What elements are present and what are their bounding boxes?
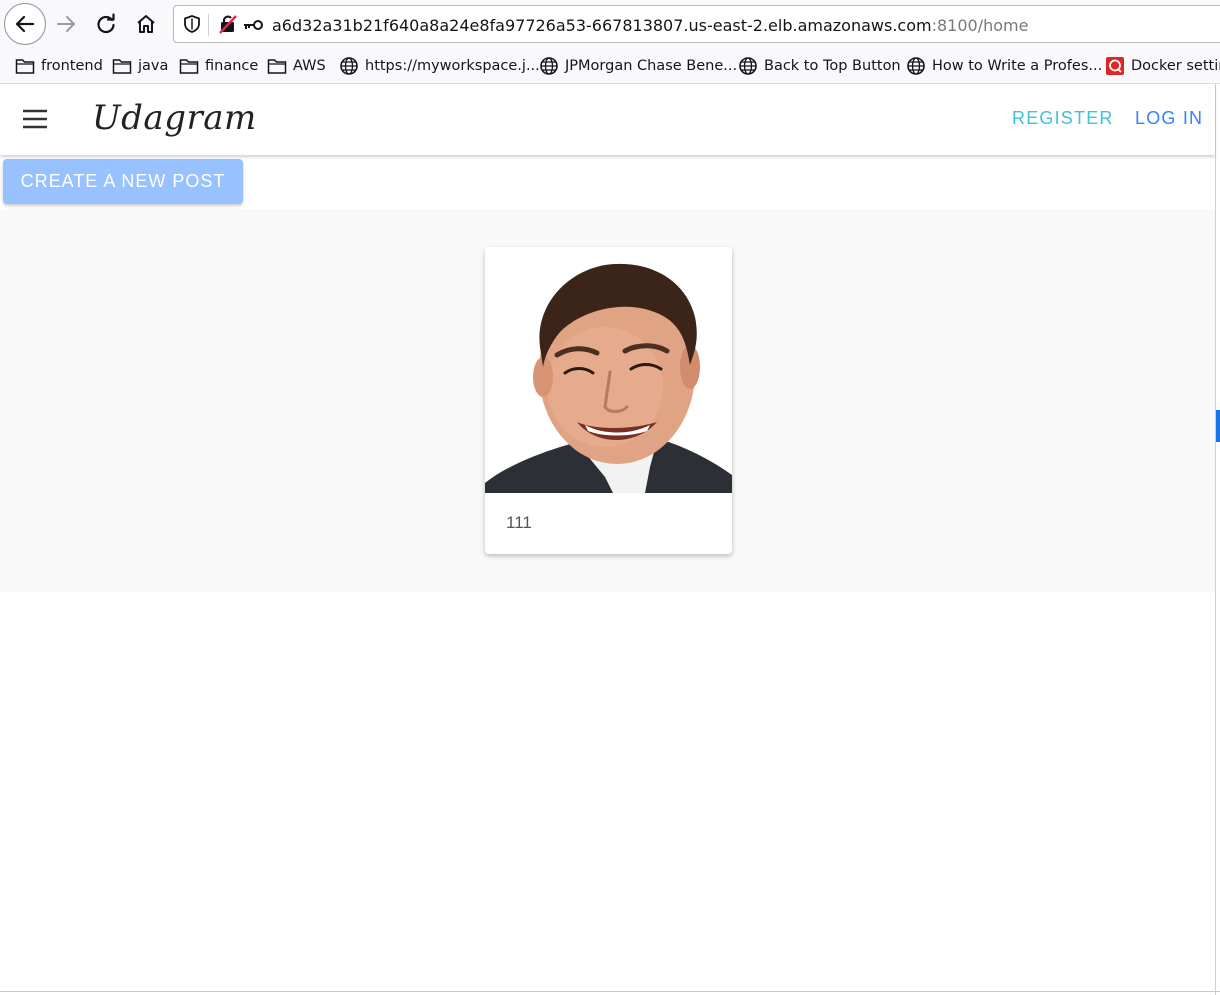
back-button[interactable] <box>4 3 46 45</box>
feed-list: 111 <box>0 209 1215 592</box>
bookmark-how-to-write[interactable]: How to Write a Profes... <box>906 55 1102 77</box>
register-button[interactable]: REGISTER <box>1012 108 1114 129</box>
bookmark-label: How to Write a Profes... <box>932 58 1103 74</box>
folder-icon <box>15 59 35 74</box>
bookmark-label: https://myworkspace.j... <box>365 58 540 74</box>
create-post-button[interactable]: CREATE A NEW POST <box>3 159 243 204</box>
login-button[interactable]: LOG IN <box>1135 108 1203 129</box>
globe-icon <box>907 57 925 75</box>
bookmarks-bar: frontend java finance AWS https://mywork… <box>0 48 1220 84</box>
post-photo <box>485 247 732 493</box>
bookmark-label: Docker settin <box>1131 58 1220 74</box>
url-host: a6d32a31b21f640a8a24e8fa97726a53-6678138… <box>272 16 932 35</box>
bookmark-label: JPMorgan Chase Bene... <box>565 58 738 74</box>
bookmark-label: java <box>138 58 169 74</box>
shield-icon <box>184 15 200 33</box>
url-port-path: :8100/home <box>931 16 1029 35</box>
bookmark-aws[interactable]: AWS <box>267 55 326 77</box>
bookmark-docker[interactable]: Docker settin <box>1105 55 1220 77</box>
globe-icon <box>540 57 558 75</box>
url-text[interactable]: a6d32a31b21f640a8a24e8fa97726a53-6678138… <box>272 16 1028 35</box>
bookmark-jpmorgan[interactable]: JPMorgan Chase Bene... <box>539 55 737 77</box>
insecure-lock-icon[interactable] <box>218 14 238 34</box>
bookmark-label: AWS <box>293 58 326 74</box>
reload-button[interactable] <box>86 4 126 44</box>
globe-icon <box>739 57 757 75</box>
arrow-left-icon <box>15 15 35 33</box>
scrollbar-marker <box>1216 410 1220 442</box>
brand-logo: Udagram <box>92 98 257 138</box>
scrollbar-track[interactable] <box>1215 84 1220 995</box>
home-button[interactable] <box>126 4 166 44</box>
bookmark-java[interactable]: java <box>112 55 168 77</box>
home-icon <box>137 15 155 33</box>
globe-icon <box>340 57 358 75</box>
folder-icon <box>112 59 132 74</box>
browser-nav-bar: a6d32a31b21f640a8a24e8fa97726a53-6678138… <box>0 0 1220 48</box>
bookmark-label: finance <box>205 58 259 74</box>
forward-button[interactable] <box>46 4 86 44</box>
arrow-right-icon <box>57 16 75 32</box>
bookmark-finance[interactable]: finance <box>179 55 258 77</box>
docker-icon <box>1106 57 1124 75</box>
bookmark-myworkspace[interactable]: https://myworkspace.j... <box>339 55 540 77</box>
key-icon[interactable] <box>242 18 264 32</box>
reload-icon <box>97 13 115 34</box>
folder-icon <box>179 59 199 74</box>
address-bar[interactable]: a6d32a31b21f640a8a24e8fa97726a53-6678138… <box>173 5 1220 43</box>
post-caption: 111 <box>506 513 532 532</box>
menu-icon[interactable] <box>22 108 48 130</box>
bookmark-label: frontend <box>41 58 103 74</box>
url-divider <box>208 14 209 36</box>
bookmark-frontend[interactable]: frontend <box>15 55 103 77</box>
folder-icon <box>267 59 287 74</box>
feed-card[interactable]: 111 <box>485 247 732 554</box>
bookmark-back-to-top[interactable]: Back to Top Button <box>738 55 901 77</box>
window-bottom-divider <box>0 991 1220 992</box>
bookmark-label: Back to Top Button <box>764 58 901 74</box>
app-toolbar: Udagram REGISTER LOG IN <box>0 84 1215 155</box>
